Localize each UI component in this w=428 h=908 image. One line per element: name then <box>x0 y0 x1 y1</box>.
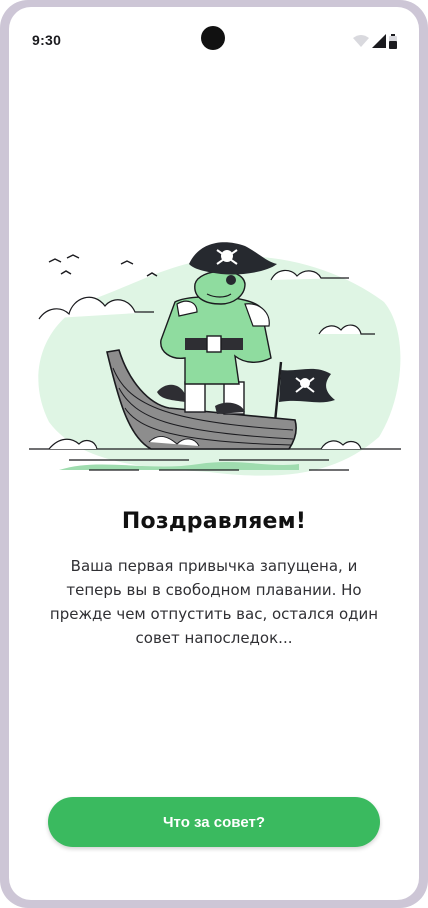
page-title: Поздравляем! <box>121 509 307 534</box>
device-frame: 9:30 Поздравляем! Ваша первая привычка з… <box>0 0 428 908</box>
pirate-frog-in-boat-illustration <box>29 242 401 476</box>
status-bar: 9:30 <box>9 7 419 67</box>
status-time: 9:30 <box>32 32 62 48</box>
battery-icon <box>389 33 397 49</box>
signal-icon <box>372 34 386 48</box>
screen: 9:30 Поздравляем! Ваша первая привычка з… <box>9 7 419 900</box>
description-text: Ваша первая привычка запущена, и теперь … <box>49 557 379 647</box>
wifi-icon <box>353 34 369 47</box>
front-camera <box>201 26 225 50</box>
status-icons <box>353 33 397 49</box>
what-tip-button[interactable]: Что за совет? <box>48 797 380 847</box>
